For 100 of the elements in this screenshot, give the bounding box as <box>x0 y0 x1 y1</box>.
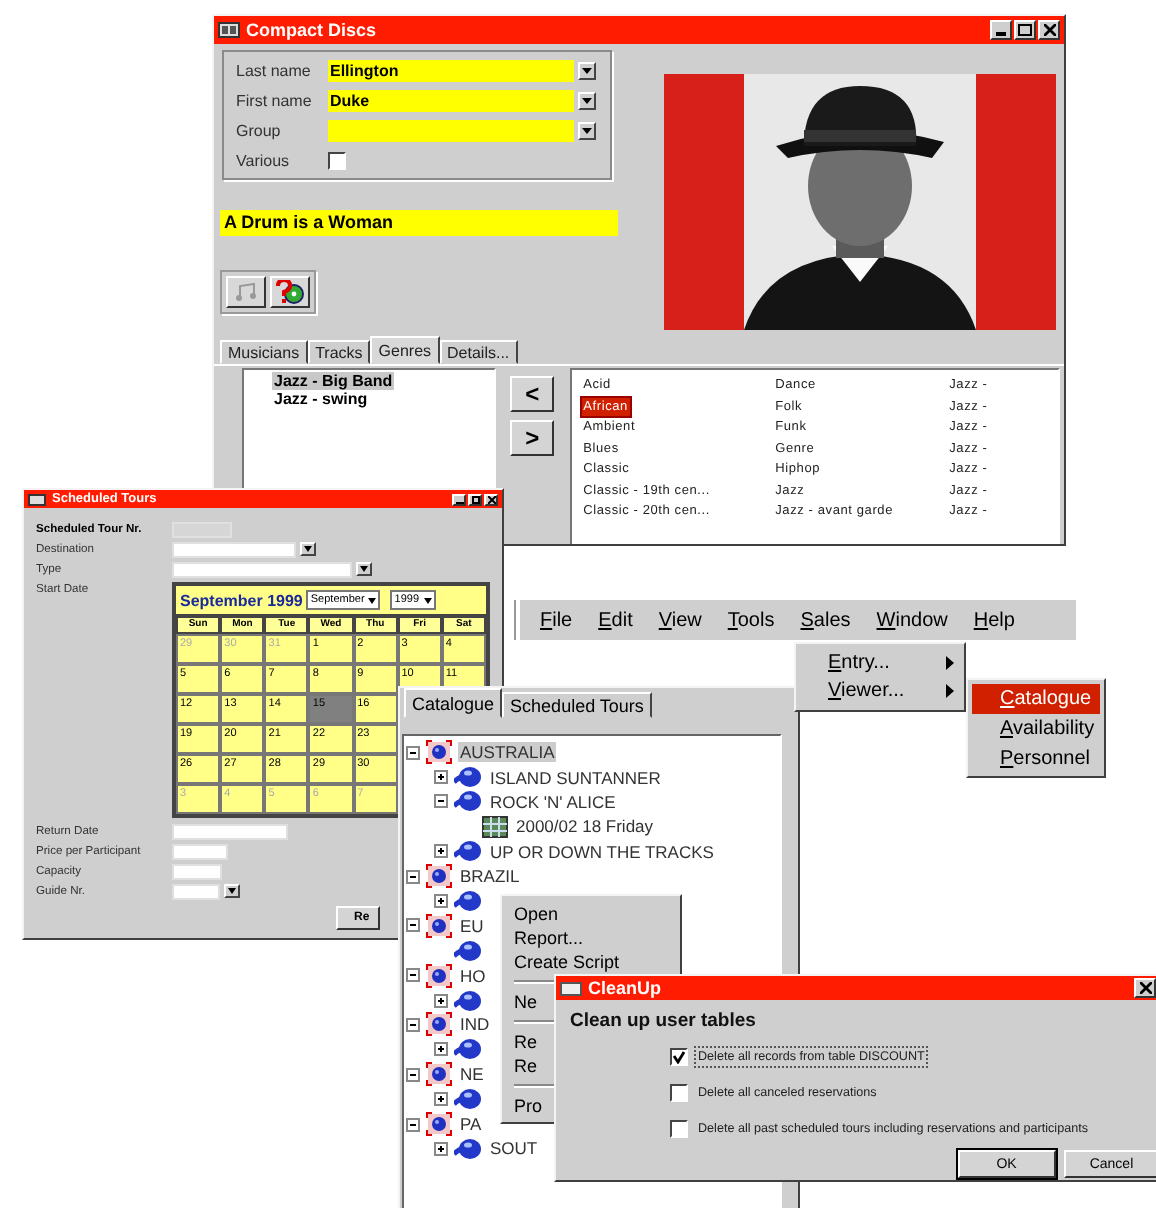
tree-item[interactable]: HO <box>458 965 488 986</box>
input-field[interactable]: A Drum is a Woman <box>220 210 618 236</box>
checkbox[interactable] <box>670 1047 688 1065</box>
minimize-button[interactable] <box>990 20 1012 40</box>
menu-item[interactable]: Tools <box>727 609 775 631</box>
menu-item[interactable]: Ne <box>514 990 538 1014</box>
country-icon <box>426 963 452 988</box>
expander-icon[interactable] <box>434 1092 448 1107</box>
tree-item[interactable]: PA <box>458 1114 484 1135</box>
expander-icon[interactable] <box>406 1067 420 1082</box>
dropdown-button[interactable] <box>578 121 596 139</box>
caret-icon <box>582 97 592 103</box>
input-field[interactable] <box>172 844 228 860</box>
list-item[interactable]: Jazz - swing <box>272 390 370 408</box>
input-field[interactable] <box>172 884 220 900</box>
dropdown-button[interactable] <box>224 884 240 898</box>
globe-icon <box>454 989 482 1012</box>
menu-item[interactable]: Pro <box>514 1094 543 1118</box>
expander-icon[interactable] <box>434 1141 448 1156</box>
globe-icon <box>454 939 482 962</box>
menu-item[interactable]: File <box>540 609 573 631</box>
tree-item[interactable]: 2000/02 18 Friday <box>514 816 656 837</box>
expander-icon[interactable] <box>406 968 420 983</box>
menu-item[interactable]: Availability <box>972 714 1100 744</box>
expander-icon[interactable] <box>434 993 448 1008</box>
tab[interactable]: Details... <box>439 340 518 364</box>
tab[interactable]: Scheduled Tours <box>502 692 652 718</box>
expander-icon[interactable] <box>434 1042 448 1057</box>
country-icon <box>426 913 452 938</box>
menu-item[interactable]: Viewer... <box>828 679 905 701</box>
menu-item[interactable]: Entry... <box>828 651 890 673</box>
input-field[interactable] <box>172 864 222 880</box>
menu-item[interactable]: Personnel <box>972 744 1100 774</box>
expander-icon[interactable] <box>434 894 448 909</box>
field-label: First name <box>236 91 314 109</box>
tree-item[interactable]: IND <box>458 1014 492 1035</box>
tab[interactable]: Musicians <box>220 340 308 364</box>
input-field[interactable] <box>172 824 288 840</box>
maximize-button[interactable] <box>468 493 482 505</box>
tree-item[interactable]: SOUT <box>488 1138 540 1159</box>
move-button[interactable]: > <box>510 420 555 456</box>
expander-icon[interactable] <box>406 745 420 760</box>
minimize-button[interactable] <box>452 493 466 505</box>
input-field[interactable]: Ellington <box>328 59 574 81</box>
dropdown-button[interactable] <box>578 61 596 79</box>
tree-item[interactable]: ROCK 'N' ALICE <box>488 791 618 812</box>
checkbox[interactable] <box>328 151 346 169</box>
close-button[interactable] <box>484 493 498 505</box>
menu-item[interactable]: Sales <box>800 609 851 631</box>
menu-item[interactable]: Catalogue <box>972 684 1100 714</box>
menu-item[interactable]: Help <box>973 609 1015 631</box>
input-field[interactable] <box>328 119 574 141</box>
globe-icon <box>454 766 482 789</box>
dropdown-button[interactable] <box>300 542 316 556</box>
tab[interactable]: Tracks <box>307 340 371 364</box>
move-button[interactable]: < <box>510 376 555 412</box>
help-button[interactable] <box>270 276 310 308</box>
tab[interactable]: Genres <box>370 336 440 364</box>
menu-item[interactable]: View <box>658 609 702 631</box>
menu-item[interactable]: Open <box>514 902 559 926</box>
menu-item[interactable]: Create Script <box>514 950 620 974</box>
list-item[interactable]: Jazz - Big Band <box>272 372 395 390</box>
window-title: CleanUp <box>588 978 662 998</box>
window-icon <box>218 22 240 38</box>
input-field[interactable] <box>172 542 296 558</box>
field-label: Group <box>236 121 283 139</box>
expander-icon[interactable] <box>434 844 448 859</box>
dialog-heading: Clean up user tables <box>570 1010 758 1032</box>
expander-icon[interactable] <box>406 869 420 884</box>
tree-item[interactable]: NE <box>458 1064 486 1085</box>
menu-item[interactable]: Edit <box>598 609 633 631</box>
expander-icon[interactable] <box>434 794 448 809</box>
expander-icon[interactable] <box>434 770 448 785</box>
tree-item[interactable]: AUSTRALIA <box>458 742 557 763</box>
close-icon <box>1043 24 1055 36</box>
tree-item[interactable]: ISLAND SUNTANNER <box>488 767 663 788</box>
expander-icon[interactable] <box>406 918 420 933</box>
window-icon <box>560 981 582 995</box>
checkbox[interactable] <box>670 1119 688 1137</box>
field-label: Various <box>236 151 292 169</box>
menu-item[interactable]: Re <box>514 1054 538 1078</box>
tab[interactable]: Catalogue <box>404 688 503 718</box>
menu-item[interactable]: Window <box>876 609 948 631</box>
expander-icon[interactable] <box>406 1117 420 1132</box>
globe-icon <box>454 1038 482 1061</box>
calendar-icon <box>482 815 508 838</box>
caret-icon <box>360 566 368 572</box>
checkbox[interactable] <box>670 1083 688 1101</box>
expander-icon[interactable] <box>406 1017 420 1032</box>
maximize-icon <box>471 495 479 503</box>
input-field[interactable]: Duke <box>328 89 574 111</box>
dropdown-button[interactable] <box>578 91 596 109</box>
dropdown-button[interactable] <box>356 562 372 576</box>
tree-item[interactable]: EU <box>458 915 486 936</box>
menu-item[interactable]: Report... <box>514 926 584 950</box>
input-field[interactable] <box>172 562 352 578</box>
music-button[interactable] <box>226 276 266 308</box>
tree-item[interactable]: UP OR DOWN THE TRACKS <box>488 841 716 862</box>
menu-item[interactable]: Re <box>514 1030 538 1054</box>
tree-item[interactable]: BRAZIL <box>458 866 522 887</box>
